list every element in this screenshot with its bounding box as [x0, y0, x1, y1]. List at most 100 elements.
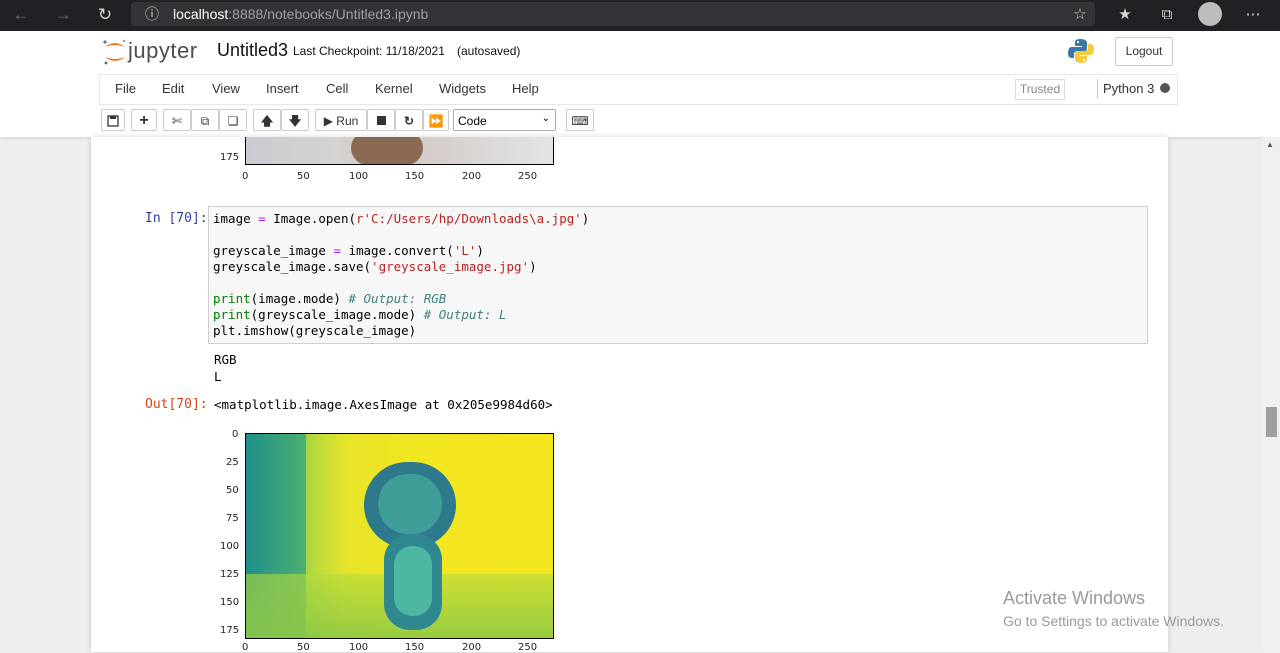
paste-button[interactable]: ❏ [219, 109, 247, 131]
prev-x-tick: 200 [462, 171, 482, 182]
keyboard-icon: ⌨ [571, 114, 589, 128]
reload-icon[interactable]: ↻ [94, 5, 116, 25]
menu-kernel[interactable]: Kernel [375, 81, 413, 96]
save-icon [107, 115, 119, 127]
plot-y-tick: 150 [220, 597, 240, 608]
prev-x-tick: 150 [405, 171, 425, 182]
menu-widgets[interactable]: Widgets [439, 81, 486, 96]
collections-icon[interactable]: ⧉ [1156, 5, 1178, 25]
autosave-status: (autosaved) [457, 44, 521, 58]
scroll-up-icon[interactable]: ▲ [1266, 140, 1274, 149]
prev-x-tick: 0 [242, 171, 249, 182]
code-line: greyscale_image.save('greyscale_image.jp… [213, 259, 537, 274]
address-url[interactable]: localhost:8888/notebooks/Untitled3.ipynb [173, 6, 428, 22]
plot-x-tick: 250 [518, 642, 538, 653]
forward-arrow-icon[interactable]: → [52, 5, 74, 25]
jupyter-logo-icon [103, 39, 126, 65]
cut-button[interactable]: ✄ [163, 109, 191, 131]
code-line: image = Image.open(r'C:/Users/hp/Downloa… [213, 211, 590, 226]
arrow-up-icon: 🡅 [260, 114, 274, 128]
copy-button[interactable]: ⧉ [191, 109, 219, 131]
plot-x-tick: 200 [462, 642, 482, 653]
prev-y-tick: 175 [220, 152, 240, 163]
watermark-title: Activate Windows [1003, 588, 1146, 608]
menu-edit[interactable]: Edit [162, 81, 184, 96]
plot-y-tick: 0 [232, 429, 239, 440]
output-prompt: Out[70]: [145, 397, 208, 412]
back-arrow-icon[interactable]: ← [10, 5, 32, 25]
logout-button[interactable]: Logout [1115, 37, 1173, 66]
plot-x-tick: 0 [242, 642, 249, 653]
run-label: Run [336, 114, 359, 128]
menu-file[interactable]: File [115, 81, 136, 96]
play-icon: ▶ [323, 114, 333, 128]
plot-y-tick: 25 [226, 457, 239, 468]
scissors-icon: ✄ [171, 114, 183, 128]
kernel-name: Python 3 [1103, 81, 1155, 96]
move-down-button[interactable]: 🡇 [281, 109, 309, 131]
menu-help[interactable]: Help [512, 81, 539, 96]
plot-x-tick: 50 [297, 642, 310, 653]
restart-run-all-button[interactable]: ⏩ [423, 109, 449, 131]
stdout-line: RGB [214, 352, 237, 367]
page-scrollbar[interactable] [1262, 137, 1280, 652]
menu-view[interactable]: View [212, 81, 240, 96]
stop-icon [376, 116, 386, 125]
logo-wordmark: jupyter [128, 38, 198, 63]
jupyter-logo[interactable]: jupyter [102, 38, 202, 66]
paste-icon: ❏ [227, 114, 239, 128]
restart-button[interactable]: ↻ [395, 109, 423, 131]
add-favorite-icon[interactable]: ☆ [1069, 5, 1091, 25]
code-line: greyscale_image = image.convert('L') [213, 243, 484, 258]
prev-x-tick: 50 [297, 171, 310, 182]
kernel-status-icon [1160, 83, 1170, 93]
kernel-divider [1097, 79, 1098, 99]
info-icon[interactable]: ⓘ [141, 4, 163, 24]
fast-forward-icon: ⏩ [428, 114, 444, 128]
notebook-title[interactable]: Untitled3 [217, 40, 288, 61]
cell-type-select[interactable]: Code ⌄ [453, 109, 556, 131]
python-logo-icon [1068, 39, 1094, 63]
chevron-down-icon: ⌄ [541, 113, 550, 124]
plot-x-tick: 100 [349, 642, 369, 653]
restart-icon: ↻ [403, 114, 415, 128]
plot-y-tick: 125 [220, 569, 240, 580]
plot-y-tick: 175 [220, 625, 240, 636]
save-button[interactable] [101, 109, 125, 131]
interrupt-button[interactable] [367, 109, 395, 131]
plot-y-tick: 100 [220, 541, 240, 552]
input-prompt: In [70]: [145, 211, 208, 226]
greyscale-plot-image [245, 433, 554, 639]
command-palette-button[interactable]: ⌨ [566, 109, 594, 131]
url-path: :8888/notebooks/Untitled3.ipynb [228, 6, 429, 22]
prev-x-tick: 100 [349, 171, 369, 182]
plus-icon: + [139, 112, 149, 129]
output-result: <matplotlib.image.AxesImage at 0x205e998… [214, 397, 553, 412]
menu-cell[interactable]: Cell [326, 81, 348, 96]
watermark-subtitle: Go to Settings to activate Windows. [1003, 613, 1224, 629]
code-line: print(image.mode) # Output: RGB [213, 291, 447, 306]
favorites-icon[interactable]: ★ [1114, 5, 1136, 25]
stdout-line: L [214, 369, 222, 384]
settings-more-icon[interactable]: ⋯ [1242, 5, 1264, 25]
plot-x-tick: 150 [405, 642, 425, 653]
url-host: localhost [173, 6, 229, 22]
cell-type-value: Code [458, 114, 487, 128]
plot-y-tick: 75 [226, 513, 239, 524]
trusted-indicator[interactable]: Trusted [1015, 79, 1065, 100]
last-checkpoint: Last Checkpoint: 11/18/2021 [293, 44, 445, 58]
copy-icon: ⧉ [200, 114, 210, 128]
code-line: plt.imshow(greyscale_image) [213, 323, 417, 338]
insert-cell-button[interactable]: + [131, 109, 157, 131]
previous-plot-image [245, 137, 554, 165]
arrow-down-icon: 🡇 [288, 114, 302, 128]
prev-x-tick: 250 [518, 171, 538, 182]
plot-y-tick: 50 [226, 485, 239, 496]
move-up-button[interactable]: 🡅 [253, 109, 281, 131]
scrollbar-thumb[interactable] [1266, 407, 1277, 437]
code-line: print(greyscale_image.mode) # Output: L [213, 307, 507, 322]
profile-avatar[interactable] [1198, 2, 1222, 26]
activation-watermark: Activate Windows Go to Settings to activ… [1003, 588, 1224, 629]
menu-insert[interactable]: Insert [266, 81, 299, 96]
run-button[interactable]: ▶ Run [315, 109, 367, 131]
